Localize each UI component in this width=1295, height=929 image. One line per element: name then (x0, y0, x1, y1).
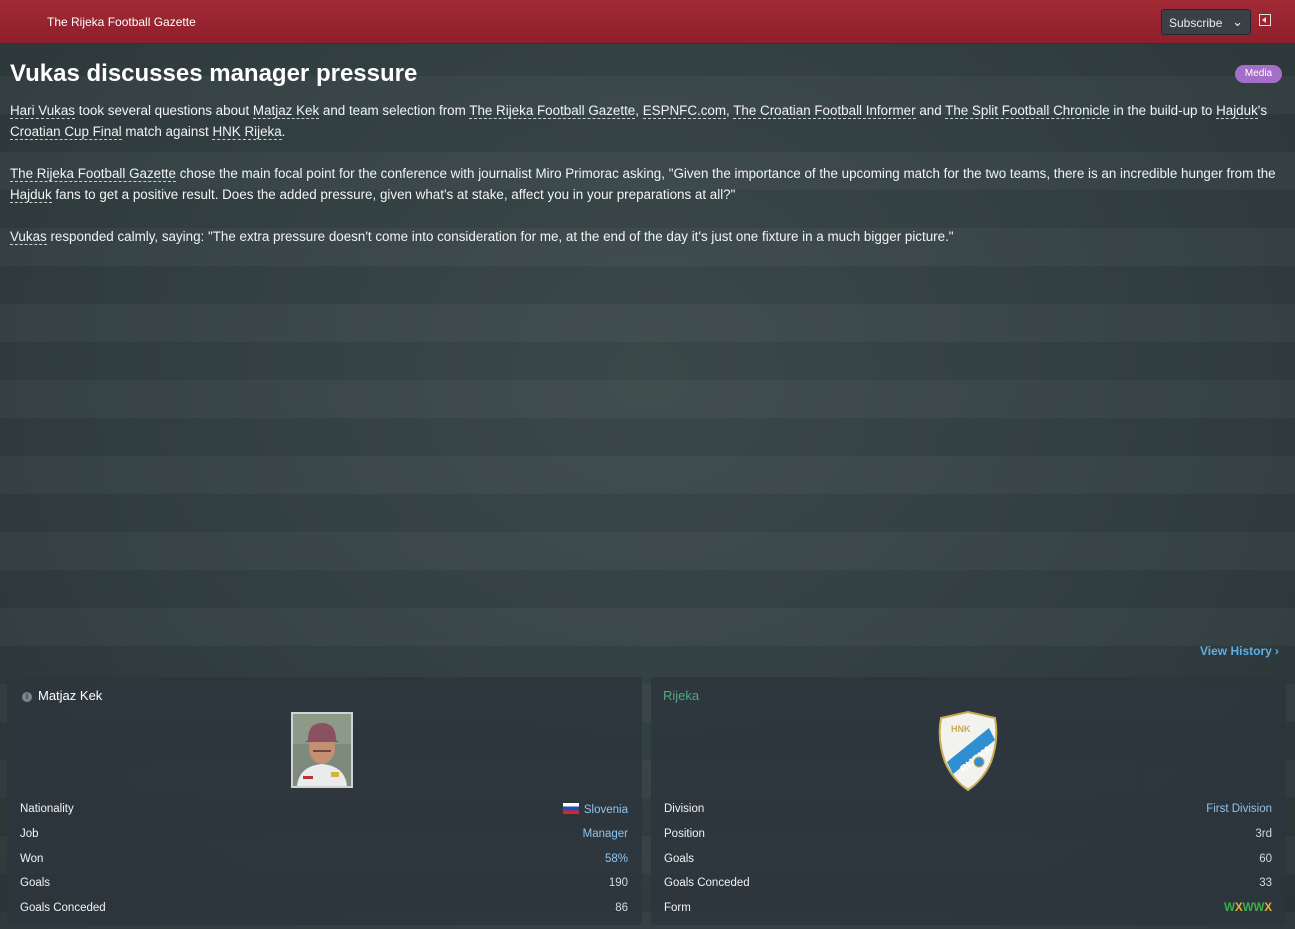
manager-card: i Matjaz Kek Nationality Slovenia Job Man… (7, 677, 642, 925)
club-crest-icon[interactable]: HNK RIJEKA (935, 710, 1001, 792)
nationality-value[interactable]: Slovenia (584, 804, 628, 816)
text: and team selection from (319, 103, 470, 118)
text: match against (121, 124, 213, 139)
article-paragraph-2: The Rijeka Football Gazette chose the ma… (10, 163, 1282, 205)
stat-label: Goals (664, 852, 695, 865)
chevron-down-icon: ⌄ (1232, 14, 1243, 29)
slovenia-flag-icon (562, 803, 579, 814)
stat-value: 60 (1259, 852, 1272, 865)
text: fans to get a positive result. Does the … (51, 187, 736, 202)
link-hari-vukas[interactable]: Hari Vukas (10, 103, 75, 119)
division-value[interactable]: First Division (1206, 803, 1272, 815)
stat-row-form: Form WXWWX (664, 899, 1272, 924)
form-result: W (1224, 902, 1235, 915)
stat-row-won: Won 58% (20, 850, 628, 875)
article-body: Hari Vukas took several questions about … (10, 100, 1282, 268)
text: chose the main focal point for the confe… (175, 166, 1276, 181)
stat-value: 33 (1259, 877, 1272, 890)
link-matjaz-kek[interactable]: Matjaz Kek (252, 103, 320, 119)
stat-row-position: Position 3rd (664, 825, 1272, 850)
form-result: X (1264, 902, 1272, 915)
link-hnk-rijeka[interactable]: HNK Rijeka (212, 124, 282, 140)
text: took several questions about (75, 103, 253, 118)
subscribe-dropdown[interactable]: Subscribe ⌄ (1161, 9, 1251, 35)
manager-stats: Nationality Slovenia Job Manager Won 58%… (20, 800, 628, 924)
link-split-chronicle[interactable]: The Split Football Chronicle (945, 103, 1110, 119)
stat-label: Nationality (20, 803, 74, 815)
club-name[interactable]: Rijeka (663, 688, 699, 703)
link-hajduk[interactable]: Hajduk (1216, 103, 1258, 119)
crest-top-text: HNK (951, 724, 971, 734)
stat-row-job: Job Manager (20, 825, 628, 850)
info-icon[interactable]: i (22, 692, 32, 702)
manager-portrait[interactable] (291, 712, 353, 788)
stat-row-goals: Goals 190 (20, 874, 628, 899)
link-hajduk[interactable]: Hajduk (10, 187, 52, 203)
form-result: X (1234, 902, 1243, 915)
stat-value: 86 (615, 902, 628, 915)
manager-name[interactable]: Matjaz Kek (38, 688, 102, 703)
stat-value: 58% (604, 852, 628, 865)
link-espnfc[interactable]: ESPNFC.com (642, 103, 727, 119)
form-result: W (1242, 902, 1254, 915)
stat-value: 190 (608, 877, 628, 890)
club-stats: Division First Division Position 3rd Goa… (664, 800, 1272, 924)
article-title: Vukas discusses manager pressure (10, 60, 418, 87)
text: 's (1257, 103, 1268, 118)
text: in the build-up to (1109, 103, 1217, 118)
form-value: WXWWX (1224, 902, 1272, 914)
stat-value[interactable]: Slovenia (562, 803, 628, 816)
media-badge: Media (1235, 65, 1282, 83)
subscribe-label: Subscribe (1169, 16, 1223, 30)
stat-label: Won (20, 852, 44, 865)
text: responded calmly, saying: "The extra pre… (46, 229, 954, 244)
link-vukas[interactable]: Vukas (10, 229, 47, 245)
club-card: Rijeka HNK RIJEKA Division First Divisio… (651, 677, 1286, 925)
article-paragraph-3: Vukas responded calmly, saying: "The ext… (10, 226, 1282, 247)
form-result: W (1253, 902, 1265, 915)
view-history-link[interactable]: View History › (1200, 644, 1279, 658)
manager-card-title[interactable]: i Matjaz Kek (19, 688, 102, 703)
stat-value: Manager (582, 827, 628, 840)
link-rijeka-gazette[interactable]: The Rijeka Football Gazette (469, 103, 636, 119)
text: , (635, 103, 643, 118)
publication-name: The Rijeka Football Gazette (47, 15, 196, 29)
manager-photo-icon (293, 714, 351, 786)
view-history-label: View History (1200, 644, 1272, 658)
top-bar: The Rijeka Football Gazette Subscribe ⌄ (0, 0, 1295, 44)
link-rijeka-gazette[interactable]: The Rijeka Football Gazette (10, 166, 176, 182)
text: and (915, 103, 946, 118)
stat-row-goals: Goals 60 (664, 850, 1272, 875)
stat-label: Position (664, 827, 705, 840)
stat-label: Form (664, 902, 691, 915)
article-paragraph-1: Hari Vukas took several questions about … (10, 100, 1282, 142)
collapse-panel-icon[interactable] (1259, 14, 1271, 26)
stat-label: Goals (20, 877, 51, 890)
link-croatian-cup-final[interactable]: Croatian Cup Final (10, 124, 122, 140)
stat-row-goals-conceded: Goals Conceded 33 (664, 874, 1272, 899)
stat-label: Division (664, 803, 705, 815)
stat-row-goals-conceded: Goals Conceded 86 (20, 899, 628, 924)
chevron-right-icon: › (1274, 644, 1279, 658)
text: . (281, 124, 286, 139)
stat-row-division: Division First Division (664, 800, 1272, 825)
link-croatian-informer[interactable]: The Croatian Football Informer (733, 103, 916, 119)
stat-label: Goals Conceded (664, 877, 750, 890)
stat-row-nationality: Nationality Slovenia (20, 800, 628, 825)
stat-label: Job (20, 827, 39, 840)
stat-label: Goals Conceded (20, 902, 106, 915)
stat-value: 3rd (1255, 827, 1272, 840)
